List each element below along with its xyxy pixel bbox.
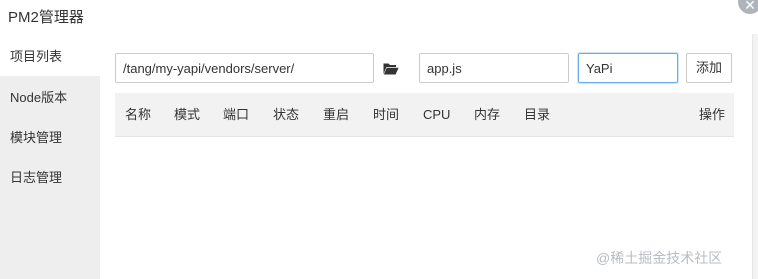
sidebar-item-module-management[interactable]: 模块管理 <box>0 119 100 157</box>
close-icon: ✕ <box>744 0 756 13</box>
window-titlebar: PM2管理器 <box>0 0 758 34</box>
startup-file-input[interactable] <box>419 53 569 83</box>
sidebar: 项目列表 Node版本 模块管理 日志管理 <box>0 38 100 279</box>
column-header-directory: 目录 <box>524 107 551 122</box>
column-header-time: 时间 <box>373 107 400 122</box>
folder-open-icon <box>383 63 399 74</box>
column-header-cpu: CPU <box>423 107 451 122</box>
watermark: @稀土掘金技术社区 <box>596 250 723 266</box>
sidebar-item-label: Node版本 <box>10 90 68 105</box>
sidebar-item-project-list[interactable]: 项目列表 <box>0 38 100 76</box>
sidebar-item-log-management[interactable]: 日志管理 <box>0 159 100 197</box>
sidebar-item-label: 模块管理 <box>10 130 63 145</box>
column-header-port: 端口 <box>223 107 250 122</box>
select-folder-button[interactable] <box>376 53 406 83</box>
window-title: PM2管理器 <box>8 9 84 26</box>
column-header-status: 状态 <box>273 107 300 122</box>
column-header-restart: 重启 <box>323 107 350 122</box>
scrollbar[interactable] <box>752 34 758 279</box>
column-header-name: 名称 <box>125 107 152 122</box>
column-header-actions: 操作 <box>699 107 726 122</box>
sidebar-item-node-version[interactable]: Node版本 <box>0 79 100 117</box>
add-button[interactable]: 添加 <box>686 53 732 83</box>
sidebar-item-label: 日志管理 <box>10 170 63 185</box>
column-header-mode: 模式 <box>174 107 201 122</box>
table-header: 名称 模式 端口 状态 重启 时间 CPU 内存 目录 操作 <box>115 93 734 137</box>
column-header-memory: 内存 <box>474 107 501 122</box>
sidebar-item-label: 项目列表 <box>10 49 63 64</box>
project-name-input[interactable] <box>578 53 678 83</box>
project-path-input[interactable] <box>115 53 374 83</box>
